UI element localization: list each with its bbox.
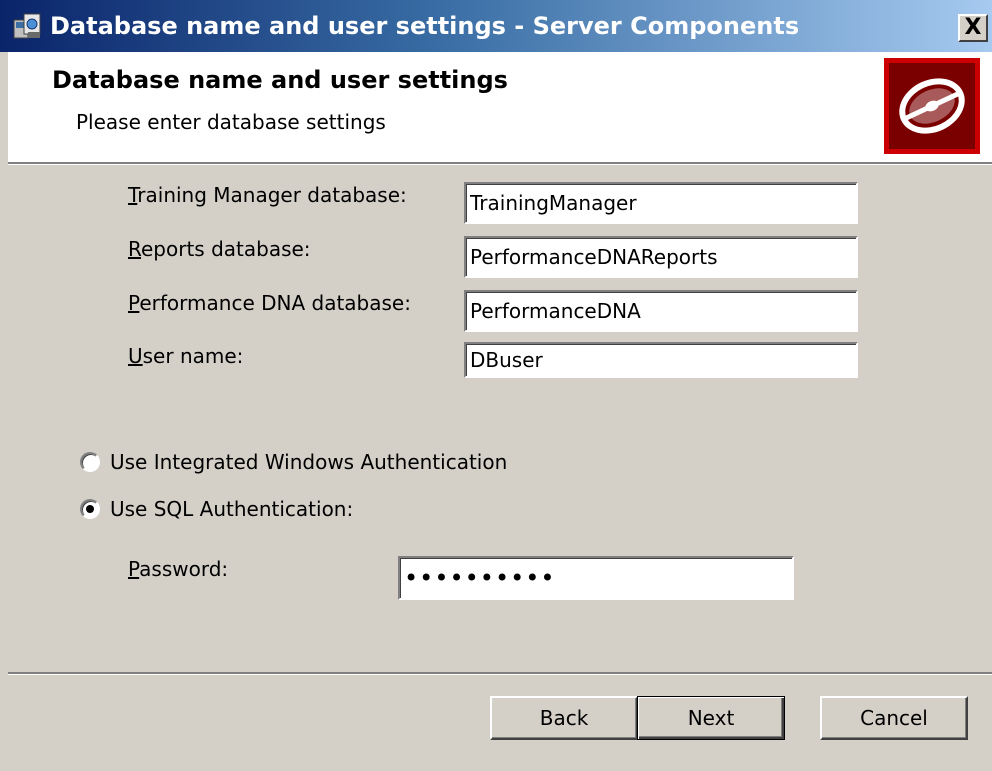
product-logo — [884, 58, 980, 154]
password-label: Password: — [128, 557, 229, 581]
installer-icon — [12, 12, 46, 40]
cancel-button[interactable]: Cancel — [820, 696, 968, 740]
windows-auth-label: Use Integrated Windows Authentication — [110, 450, 508, 474]
sql-auth-radio[interactable] — [80, 499, 100, 519]
training-manager-db-label: Training Manager database: — [128, 183, 407, 207]
close-icon: X — [964, 15, 982, 40]
password-input[interactable]: •••••••••• — [398, 556, 794, 600]
close-button[interactable]: X — [958, 14, 988, 42]
performance-dna-db-label: Performance DNA database: — [128, 291, 411, 315]
performance-dna-db-input[interactable] — [464, 290, 858, 332]
windows-auth-radio[interactable] — [80, 452, 100, 472]
footer-divider — [8, 672, 992, 675]
disc-icon — [899, 78, 965, 134]
sql-auth-label: Use SQL Authentication: — [110, 497, 354, 521]
header-panel: Database name and user settings Please e… — [8, 52, 992, 162]
training-manager-db-input[interactable] — [464, 182, 858, 224]
next-button[interactable]: Next — [637, 696, 785, 740]
windows-auth-option[interactable]: Use Integrated Windows Authentication — [80, 450, 507, 474]
title-bar: Database name and user settings - Server… — [0, 0, 992, 52]
window-left-border — [0, 52, 8, 771]
radio-selected-dot — [86, 505, 94, 513]
user-name-input[interactable] — [464, 342, 858, 378]
reports-db-label: Reports database: — [128, 237, 311, 261]
reports-db-input[interactable] — [464, 236, 858, 278]
page-subtitle: Please enter database settings — [76, 110, 386, 134]
header-divider — [8, 162, 992, 165]
user-name-label: User name: — [128, 344, 244, 368]
page-title: Database name and user settings — [52, 66, 508, 94]
sql-auth-option[interactable]: Use SQL Authentication: — [80, 497, 353, 521]
back-button[interactable]: Back — [490, 696, 638, 740]
window-title: Database name and user settings - Server… — [50, 12, 800, 40]
